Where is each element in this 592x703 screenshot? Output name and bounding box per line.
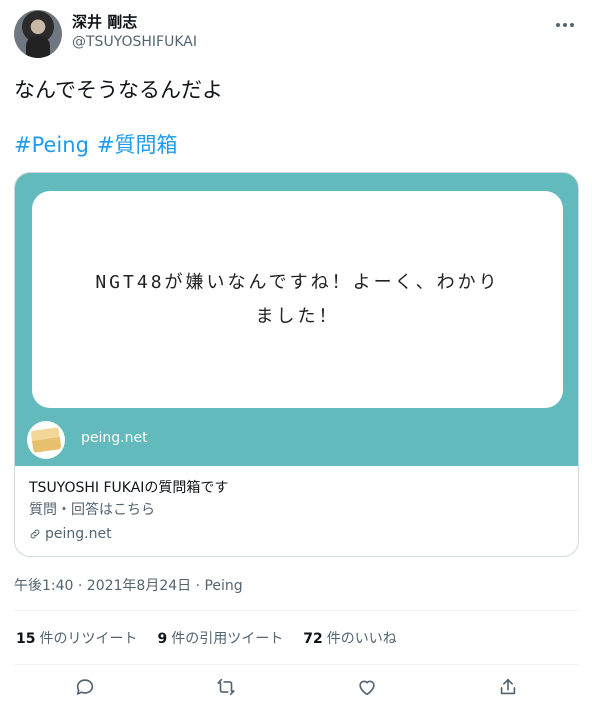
tweet-stats: 15 件のリツイート 9 件の引用ツイート 72 件のいいね (16, 628, 397, 648)
likes-stat[interactable]: 72 件のいいね (303, 628, 396, 648)
divider (14, 610, 579, 611)
like-icon[interactable] (353, 673, 381, 701)
display-name[interactable]: 深井 剛志 (72, 12, 197, 32)
card-title: TSUYOSHI FUKAIの質問箱です (29, 480, 229, 496)
card-description: 質問・回答はこちら (29, 502, 155, 518)
tweet-actions (14, 672, 579, 702)
divider (14, 664, 579, 665)
link-icon (30, 529, 40, 539)
card-image[interactable]: NGT48が嫌いなんですね！よーく、わかりました！ peing.net (15, 173, 578, 466)
card-question-text: NGT48が嫌いなんですね！よーく、わかりました！ (95, 271, 500, 327)
link-card[interactable]: NGT48が嫌いなんですね！よーく、わかりました！ peing.net TSUY… (14, 172, 579, 557)
peing-logo-icon (27, 421, 65, 459)
tweet-header: 深井 剛志 @TSUYOSHIFUKAI (14, 10, 580, 60)
retweets-stat[interactable]: 15 件のリツイート (16, 628, 137, 648)
card-site-label: peing.net (81, 430, 148, 446)
hashtags: #Peing #質問箱 (14, 131, 186, 159)
retweet-icon[interactable] (212, 673, 240, 701)
author-name-block[interactable]: 深井 剛志 @TSUYOSHIFUKAI (72, 12, 197, 52)
reply-icon[interactable] (71, 673, 99, 701)
card-link[interactable]: peing.net (29, 524, 566, 544)
hashtag-shitsumonbako[interactable]: #質問箱 (97, 133, 178, 157)
share-icon[interactable] (494, 673, 522, 701)
more-options-icon[interactable] (554, 16, 576, 34)
card-question-box: NGT48が嫌いなんですね！よーく、わかりました！ (32, 191, 563, 408)
tweet-timestamp[interactable]: 午後1:40 · 2021年8月24日 · Peing (14, 575, 243, 595)
card-link-text: peing.net (45, 526, 112, 542)
tweet-text: なんでそうなるんだよ (14, 78, 223, 102)
user-handle[interactable]: @TSUYOSHIFUKAI (72, 32, 197, 52)
quotes-stat[interactable]: 9 件の引用ツイート (157, 628, 283, 648)
user-avatar[interactable] (14, 10, 62, 58)
hashtag-peing[interactable]: #Peing (14, 133, 89, 157)
card-meta[interactable]: TSUYOSHI FUKAIの質問箱です 質問・回答はこちら peing.net (15, 466, 578, 556)
